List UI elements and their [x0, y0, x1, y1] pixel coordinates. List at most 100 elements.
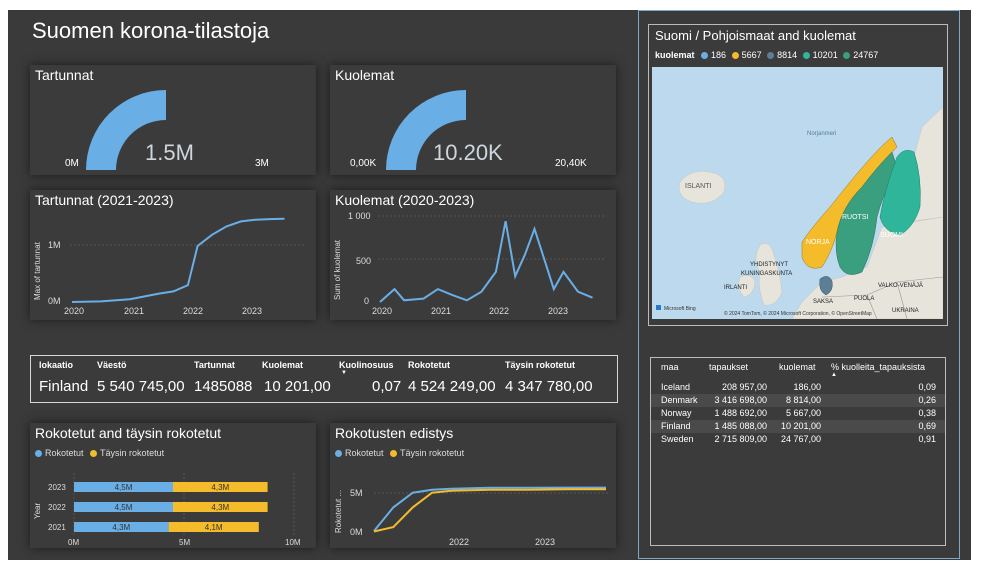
bar-data-label: 4,5M — [115, 483, 133, 492]
gauge-card-tartunnat[interactable]: Tartunnat 1.5M 0M 3M — [30, 65, 316, 175]
cell-kuolemat: 10 201,00 — [264, 378, 331, 395]
x-tick: 2022 — [183, 306, 203, 316]
line-chart-card-tartunnat[interactable]: Tartunnat (2021-2023) Max of tartunnat 1… — [30, 190, 316, 320]
gauge-min: 0M — [65, 158, 79, 169]
x-tick: 2023 — [535, 537, 555, 547]
page-title: Suomen korona-tilastoja — [32, 18, 270, 43]
gauge-max: 3M — [255, 158, 269, 169]
map-canvas[interactable]: Norjanmeri ISLANTI RUOTSI NORJA SUOMI YH… — [652, 67, 943, 319]
legend-dot-icon — [731, 52, 739, 60]
y-tick: 2022 — [48, 503, 66, 512]
country-label: NORJA — [806, 239, 830, 246]
table-row[interactable]: Iceland 208 957,00 186,00 0,09 — [651, 381, 945, 394]
bar-chart: Year 0M 5M 10M 2023 4,5M 4,3M 2022 4,5M 4,3M 2… — [33, 473, 301, 547]
summary-table[interactable]: lokaatio Väestö Tartunnat Kuolemat Kuoli… — [30, 355, 618, 403]
bar-data-label: 4,3M — [211, 503, 229, 512]
column-header[interactable]: Tartunnat — [194, 360, 235, 370]
legend-dot-icon — [843, 52, 851, 60]
y-tick: 500 — [356, 256, 371, 266]
map-legend: kuolemat 186 5667 8814 10201 24767 — [655, 50, 878, 60]
cell-maa: Denmark — [661, 395, 698, 405]
cell-kuolemat: 24 767,00 — [780, 434, 821, 444]
legend-dot-icon — [701, 52, 709, 60]
progress-chart: Rokotetut ... 5M 0M 2022 2023 — [334, 486, 610, 547]
legend-label: 10201 — [812, 50, 838, 60]
country-label: SUOMI — [880, 232, 903, 239]
x-tick: 2021 — [124, 306, 144, 316]
y-axis-label: Rokotetut ... — [334, 490, 343, 533]
bar-data-label: 4,3M — [211, 483, 229, 492]
column-header[interactable]: tapaukset — [709, 362, 748, 372]
cell-tartunnat: 1485088 — [194, 378, 253, 395]
column-header[interactable]: Kuolemat — [262, 360, 303, 370]
cell-vaesto: 5 540 745,00 — [97, 378, 185, 395]
bar-data-label: 4,5M — [115, 503, 133, 512]
y-tick: 2023 — [48, 483, 66, 492]
sort-icon: ▲ — [831, 372, 837, 378]
cell-kuolemat: 10 201,00 — [780, 421, 821, 431]
map-title: Suomi / Pohjoismaat and kuolemat — [655, 28, 856, 43]
legend-label: 8814 — [777, 50, 798, 60]
gauge-value: 1.5M — [145, 140, 194, 165]
table-row[interactable]: Norway 1 488 692,00 5 667,00 0,38 — [651, 407, 945, 420]
y-axis-label: Sum of kuolemat — [333, 239, 342, 300]
y-tick: 1 000 — [348, 211, 371, 221]
progress-chart-card[interactable]: Rokotusten edistys Rokotetut Täysin roko… — [330, 423, 616, 548]
cell-percent: 0,09 — [918, 382, 936, 392]
cell-tapaukset: 208 957,00 — [721, 382, 767, 392]
table-row[interactable]: Denmark 3 416 698,00 8 814,00 0,26 — [651, 394, 945, 407]
gauge-min: 0,00K — [350, 158, 377, 169]
country-label: KUNINGASKUNTA — [741, 271, 792, 277]
column-header[interactable]: Väestö — [97, 360, 127, 370]
cell-lokaatio: Finland — [39, 378, 89, 395]
country-label: VALKO-VENÄJÄ — [878, 282, 923, 289]
legend-label: 186 — [711, 50, 727, 60]
cell-maa: Sweden — [661, 434, 694, 444]
legend-label: 24767 — [853, 50, 879, 60]
cell-rokotetut: 4 524 249,00 — [408, 378, 496, 395]
cell-maa: Norway — [661, 408, 692, 418]
cell-kuolemat: 186,00 — [793, 382, 821, 392]
column-header[interactable]: Rokotetut — [408, 360, 450, 370]
cell-kuolemat: 8 814,00 — [785, 395, 821, 405]
column-header[interactable]: lokaatio — [39, 360, 73, 370]
cell-tapaukset: 1 485 088,00 — [714, 421, 767, 431]
column-header[interactable]: Täysin rokotetut — [505, 360, 575, 370]
column-header[interactable]: % kuolleita_tapauksista — [831, 362, 925, 372]
x-tick: 2020 — [64, 306, 84, 316]
line-chart-kuolemat: Sum of kuolemat 1 000 500 0 2020 2021 20… — [333, 211, 605, 316]
series-line — [379, 221, 593, 303]
bar-chart-card[interactable]: Rokotetut and täysin rokotetut Rokotetut… — [30, 423, 316, 548]
table-row[interactable]: Sweden 2 715 809,00 24 767,00 0,91 — [651, 433, 945, 446]
cell-tapaukset: 1 488 692,00 — [714, 408, 767, 418]
x-tick: 2022 — [489, 306, 509, 316]
table-row[interactable]: Finland 1 485 088,00 10 201,00 0,69 — [651, 420, 945, 433]
series-line — [373, 486, 606, 532]
gauge-card-kuolemat[interactable]: Kuolemat 10.20K 0,00K 20,40K — [330, 65, 616, 175]
y-tick: 0M — [48, 296, 61, 306]
country-table[interactable]: maa tapaukset kuolemat % kuolleita_tapau… — [650, 357, 946, 546]
line-chart-card-kuolemat[interactable]: Kuolemat (2020-2023) Sum of kuolemat 1 0… — [330, 190, 616, 320]
line-chart-tartunnat: Max of tartunnat 1M 0M 2020 2021 2022 20… — [33, 217, 305, 316]
y-axis-label: Year — [33, 503, 42, 520]
gauge-max: 20,40K — [555, 158, 587, 169]
cell-kuolinosuus: 0,07 — [372, 378, 402, 395]
column-header[interactable]: maa — [661, 362, 679, 372]
country-label: ISLANTI — [685, 183, 712, 190]
map-attribution: © 2024 TomTom, © 2024 Microsoft Corporat… — [724, 310, 872, 317]
y-tick: 0 — [364, 296, 369, 306]
y-tick: 2021 — [48, 523, 66, 532]
map-legend-label: kuolemat — [655, 50, 695, 60]
column-header[interactable]: Kuolinosuus — [339, 360, 394, 370]
bar-data-label: 4,3M — [112, 523, 130, 532]
country-label: SAKSA — [813, 299, 833, 305]
cell-taysin-rokotetut: 4 347 780,00 — [505, 378, 593, 395]
map-card[interactable]: Suomi / Pohjoismaat and kuolemat kuolema… — [648, 24, 948, 326]
cell-tapaukset: 3 416 698,00 — [714, 395, 767, 405]
bar-data-label: 4,1M — [205, 523, 223, 532]
country-label: YHDISTYNYT — [750, 262, 788, 268]
legend-label: 5667 — [741, 50, 762, 60]
cell-tapaukset: 2 715 809,00 — [714, 434, 767, 444]
column-header[interactable]: kuolemat — [779, 362, 816, 372]
y-axis-label: Max of tartunnat — [33, 241, 42, 300]
